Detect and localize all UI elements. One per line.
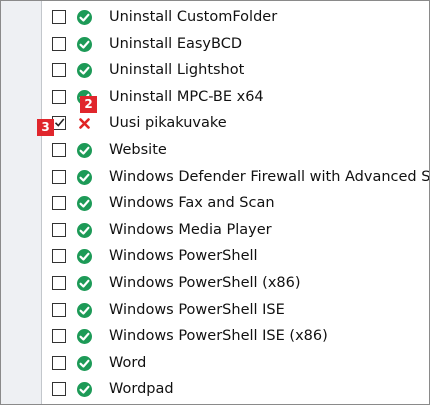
list-item[interactable]: Uusi pikakuvake (1, 111, 429, 138)
red-x-icon (79, 118, 90, 130)
checkbox-unchecked[interactable] (52, 10, 66, 24)
list-item[interactable]: Website (1, 138, 429, 165)
annotation-badge-2: 2 (80, 96, 97, 113)
list-item-label: Windows PowerShell ISE (109, 301, 285, 318)
list-item[interactable]: Windows Media Player (1, 218, 429, 245)
shortcut-list: Uninstall CustomFolder Uninstall EasyBCD U… (1, 5, 429, 404)
checkbox-unchecked[interactable] (52, 275, 66, 290)
green-check-circle-icon (77, 249, 92, 265)
checkbox-unchecked[interactable] (52, 169, 66, 184)
list-item[interactable]: Windows PowerShell (1, 244, 429, 271)
green-check-circle-icon (77, 329, 92, 345)
list-item-label: Uninstall Lightshot (109, 62, 245, 79)
green-check-circle-icon (77, 382, 92, 398)
green-check-circle-icon (77, 302, 92, 318)
list-item[interactable]: Word (1, 351, 429, 378)
list-item-label: Word (109, 354, 147, 371)
list-item-label: Windows PowerShell (109, 248, 258, 265)
list-item-label: Wordpad (109, 381, 174, 398)
list-item[interactable]: Uninstall Lightshot (1, 58, 429, 85)
list-item[interactable]: Windows Fax and Scan (1, 191, 429, 218)
list-item[interactable]: Uninstall CustomFolder (1, 5, 429, 32)
list-item-label: Windows PowerShell (x86) (109, 274, 301, 291)
list-item-label: Uninstall MPC-BE x64 (109, 88, 264, 105)
list-item[interactable]: Uninstall EasyBCD (1, 32, 429, 59)
list-item-label: Windows Defender Firewall with Advanced … (109, 168, 430, 185)
green-check-circle-icon (77, 355, 92, 371)
green-check-circle-icon (77, 36, 92, 52)
checkbox-unchecked[interactable] (52, 36, 66, 51)
list-item[interactable]: Windows PowerShell (x86) (1, 271, 429, 298)
list-item-label: Windows PowerShell ISE (x86) (109, 328, 328, 345)
checkbox-unchecked[interactable] (52, 329, 66, 344)
list-item[interactable]: Windows PowerShell ISE (x86) (1, 324, 429, 351)
checkbox-unchecked[interactable] (52, 89, 66, 104)
checkbox-unchecked[interactable] (52, 355, 66, 370)
green-check-circle-icon (77, 222, 92, 238)
checkbox-unchecked[interactable] (52, 382, 66, 397)
checkbox-unchecked[interactable] (52, 142, 66, 157)
list-item[interactable]: Windows Defender Firewall with Advanced … (1, 165, 429, 192)
list-item[interactable]: Wordpad (1, 377, 429, 404)
list-item-label: Windows Media Player (109, 221, 272, 238)
list-item-label: Uninstall EasyBCD (109, 35, 242, 52)
green-check-circle-icon (77, 63, 92, 79)
list-item-label: Uninstall CustomFolder (109, 9, 278, 25)
checkbox-checked[interactable] (52, 116, 66, 131)
list-item[interactable]: Uninstall MPC-BE x64 (1, 85, 429, 112)
green-check-circle-icon (77, 142, 92, 158)
checkbox-unchecked[interactable] (52, 249, 66, 264)
checkbox-unchecked[interactable] (52, 196, 66, 211)
checkmark-icon (54, 118, 65, 128)
checkbox-unchecked[interactable] (52, 302, 66, 317)
green-check-circle-icon (77, 196, 92, 212)
shortcut-list-window: Uninstall CustomFolder Uninstall EasyBCD U… (0, 0, 430, 405)
checkbox-unchecked[interactable] (52, 63, 66, 78)
list-item-label: Uusi pikakuvake (109, 115, 227, 132)
green-check-circle-icon (77, 275, 92, 291)
list-item-label: Website (109, 141, 167, 158)
green-check-circle-icon (77, 169, 92, 185)
list-item-label: Windows Fax and Scan (109, 195, 275, 212)
annotation-badge-3: 3 (37, 119, 54, 136)
green-check-circle-icon (77, 10, 92, 25)
checkbox-unchecked[interactable] (52, 222, 66, 237)
list-item[interactable]: Windows PowerShell ISE (1, 298, 429, 325)
